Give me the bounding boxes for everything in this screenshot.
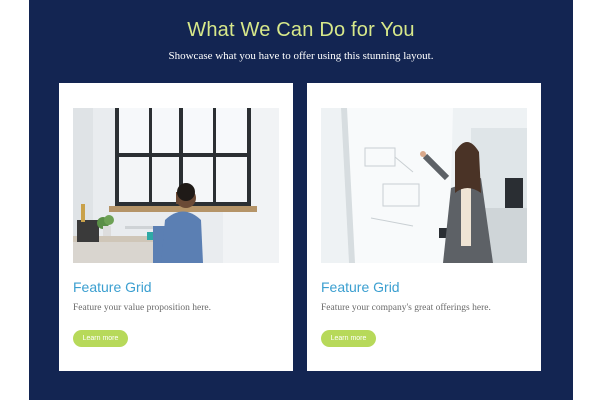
feature-image-whiteboard-woman bbox=[321, 108, 527, 263]
section-subheading: Showcase what you have to offer using th… bbox=[168, 50, 434, 62]
card-description: Feature your company's great offerings h… bbox=[321, 303, 491, 313]
feature-card: Feature Grid Feature your value proposit… bbox=[59, 83, 293, 371]
page: What We Can Do for You Showcase what you… bbox=[0, 0, 600, 400]
learn-more-button[interactable]: Learn more bbox=[73, 330, 128, 347]
card-title: Feature Grid bbox=[321, 279, 400, 295]
office-photo-illustration bbox=[73, 108, 279, 263]
feature-image-office-man bbox=[73, 108, 279, 263]
card-description: Feature your value proposition here. bbox=[73, 303, 211, 313]
learn-more-button[interactable]: Learn more bbox=[321, 330, 376, 347]
whiteboard-photo-illustration bbox=[321, 108, 527, 263]
section-heading: What We Can Do for You bbox=[187, 19, 415, 41]
feature-card: Feature Grid Feature your company's grea… bbox=[307, 83, 541, 371]
card-title: Feature Grid bbox=[73, 279, 152, 295]
